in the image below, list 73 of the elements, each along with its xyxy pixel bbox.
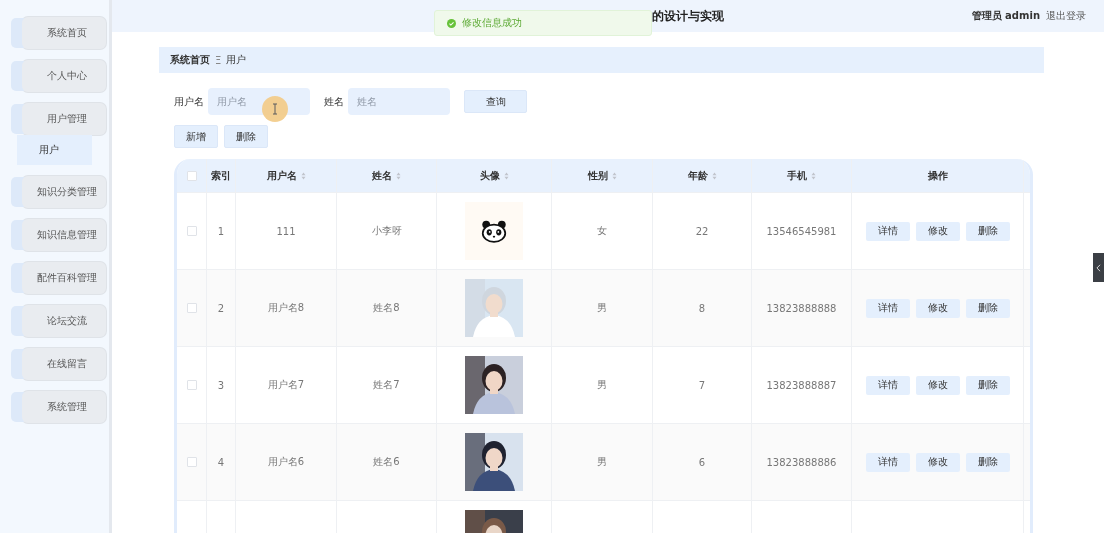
row-action-button[interactable]: 删除 (965, 298, 1010, 318)
app-title: 的设计与实现 (652, 8, 724, 24)
row-action-button[interactable]: 详情 (865, 375, 910, 395)
row-action-button[interactable]: 修改 (915, 375, 960, 395)
table-cell: 8 (698, 302, 706, 314)
collapse-handle[interactable] (1093, 253, 1104, 282)
row-action-button[interactable]: 删除 (965, 221, 1010, 241)
sort-icon[interactable] (396, 171, 401, 180)
check-circle-icon (447, 18, 456, 28)
table-cell: 姓名8 (373, 301, 400, 315)
row-checkbox[interactable] (186, 303, 197, 313)
toast-message: 修改信息成功 (462, 16, 522, 30)
field-label: 姓名 (324, 94, 344, 109)
table-cell: 用户名6 (267, 455, 305, 469)
column-header: 头像 (479, 168, 500, 183)
action-button[interactable]: 删除 (224, 125, 268, 148)
table-cell: 用户名8 (267, 301, 305, 315)
sort-icon[interactable] (711, 171, 717, 180)
panda-icon (481, 219, 507, 243)
sort-icon[interactable] (811, 171, 816, 180)
table-cell: 女 (597, 224, 607, 238)
table-cell: 姓名7 (373, 378, 400, 392)
row-action-button[interactable]: 删除 (965, 375, 1010, 395)
table-cell: 男 (597, 455, 607, 469)
table-cell: 男 (597, 378, 607, 392)
table-cell: 111 (276, 225, 296, 237)
table-cell: 13823888886 (766, 456, 837, 468)
table-cell: 22 (695, 225, 709, 237)
table-cell: 姓名6 (373, 455, 400, 469)
table-cell: 13546545981 (766, 225, 837, 237)
select-all-checkbox[interactable] (186, 170, 197, 181)
submenu-item[interactable]: 用户 (17, 135, 92, 165)
search-field[interactable]: 姓名 (348, 88, 450, 115)
breadcrumb-current: 用户 (226, 53, 247, 67)
logout-link[interactable]: 退出登录 (1046, 9, 1086, 23)
table-cell: 13823888887 (766, 379, 837, 391)
row-checkbox[interactable] (186, 380, 197, 390)
column-header: 手机 (787, 168, 807, 183)
table-cell: 小李呀 (371, 224, 402, 238)
user-label: 管理员 admin (971, 9, 1040, 23)
row-checkbox[interactable] (186, 457, 197, 467)
row-action-button[interactable]: 详情 (865, 298, 910, 318)
query-button[interactable]: 查询 (464, 90, 527, 113)
table-cell: 男 (597, 301, 607, 315)
table-cell: 用户名7 (267, 378, 305, 392)
action-button[interactable]: 新增 (174, 125, 218, 148)
row-action-button[interactable]: 修改 (915, 298, 960, 318)
field-label: 用户名 (174, 94, 204, 109)
column-header: 性别 (587, 168, 608, 183)
row-action-button[interactable]: 删除 (965, 452, 1010, 472)
column-header: 年龄 (687, 168, 708, 183)
table-cell: 4 (217, 456, 225, 468)
sort-icon[interactable] (300, 171, 306, 180)
column-header: 用户名 (266, 168, 297, 183)
table-cell: 2 (217, 302, 225, 314)
table-cell: 13823888888 (766, 302, 837, 314)
sort-icon[interactable] (503, 171, 509, 180)
table-cell: 6 (698, 456, 706, 468)
breadcrumb-link[interactable]: 系统首页 (170, 53, 210, 67)
row-action-button[interactable]: 修改 (915, 452, 960, 472)
column-header: 操作 (927, 168, 948, 183)
table-cell: 1 (217, 225, 225, 237)
row-action-button[interactable]: 修改 (915, 221, 960, 241)
sort-icon[interactable] (611, 171, 617, 180)
breadcrumb-separator: Ξ (215, 54, 222, 66)
table-cell: 3 (217, 379, 225, 391)
cursor-icon (262, 96, 288, 122)
column-header: 姓名 (372, 168, 392, 183)
column-header: 索引 (211, 168, 231, 183)
row-action-button[interactable]: 详情 (865, 221, 910, 241)
row-action-button[interactable]: 详情 (865, 452, 910, 472)
row-checkbox[interactable] (186, 226, 197, 236)
table-cell: 7 (698, 379, 706, 391)
